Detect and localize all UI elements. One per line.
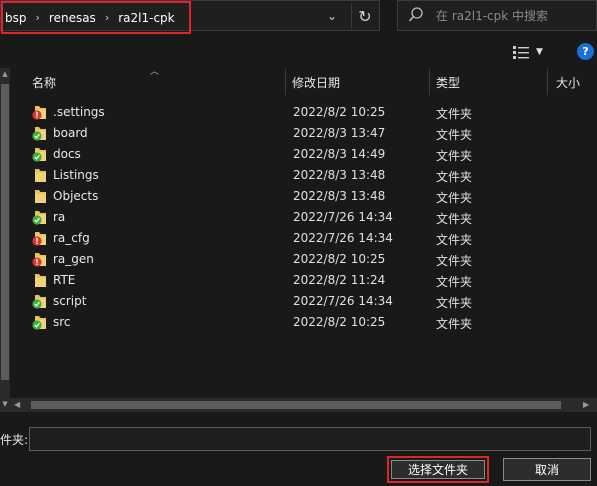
- scroll-down-icon[interactable]: ▼: [0, 400, 10, 408]
- file-date: 2022/8/3 14:49: [293, 147, 386, 161]
- file-row[interactable]: .settings 2022/8/2 10:25 文件夹: [22, 102, 597, 123]
- folder-synced-icon: [32, 148, 46, 162]
- file-row[interactable]: board 2022/8/3 13:47 文件夹: [22, 123, 597, 144]
- file-name: Objects: [53, 189, 99, 203]
- file-date: 2022/8/3 13:48: [293, 168, 386, 182]
- file-row[interactable]: src 2022/8/2 10:25 文件夹: [22, 312, 597, 333]
- chevron-down-icon: ⌄: [326, 9, 338, 23]
- column-header-size[interactable]: 大小: [548, 69, 597, 95]
- select-folder-button[interactable]: 选择文件夹: [387, 456, 489, 483]
- breadcrumb-item-bsp[interactable]: bsp: [5, 11, 27, 25]
- file-type: 文件夹: [436, 254, 473, 268]
- breadcrumb: bsp › renesas › ra2l1-cpk: [1, 1, 191, 34]
- file-type: 文件夹: [436, 233, 473, 247]
- folder-synced-icon: [32, 211, 46, 225]
- address-history-button[interactable]: ⌄: [322, 6, 342, 26]
- horizontal-scrollbar-thumb[interactable]: [31, 401, 561, 409]
- help-button[interactable]: ?: [577, 43, 594, 60]
- file-date: 2022/7/26 14:34: [293, 294, 393, 308]
- file-name: .settings: [53, 105, 105, 119]
- file-type: 文件夹: [436, 296, 473, 310]
- file-type: 文件夹: [436, 317, 473, 331]
- folder-conflict-icon: [32, 253, 46, 267]
- chevron-down-icon: ▼: [536, 47, 543, 57]
- search-icon: [408, 7, 423, 22]
- details-view-icon: [513, 45, 529, 59]
- breadcrumb-item-ra2l1-cpk[interactable]: ra2l1-cpk: [118, 11, 174, 25]
- search-placeholder[interactable]: 在 ra2l1-cpk 中搜索: [436, 7, 548, 24]
- select-folder-button-label[interactable]: 选择文件夹: [391, 460, 485, 479]
- scroll-up-icon[interactable]: ▲: [0, 70, 10, 78]
- file-date: 2022/7/26 14:34: [293, 210, 393, 224]
- folder-field-label: 件夹:: [0, 433, 29, 447]
- file-type: 文件夹: [436, 128, 473, 142]
- file-name: docs: [53, 147, 81, 161]
- folder-synced-icon: [32, 127, 46, 141]
- file-row[interactable]: Listings 2022/8/3 13:48 文件夹: [22, 165, 597, 186]
- column-header-name[interactable]: 名称: [22, 69, 286, 95]
- file-date: 2022/7/26 14:34: [293, 231, 393, 245]
- folder-conflict-icon: [32, 106, 46, 120]
- view-options-button[interactable]: ▼: [513, 43, 553, 61]
- file-type: 文件夹: [436, 149, 473, 163]
- folder-name-input[interactable]: [29, 427, 591, 451]
- file-name: ra: [53, 210, 66, 224]
- column-header-date[interactable]: 修改日期: [286, 69, 430, 95]
- file-name: ra_cfg: [53, 231, 90, 245]
- file-name: Listings: [53, 168, 99, 182]
- file-name: board: [53, 126, 88, 140]
- file-type: 文件夹: [436, 275, 473, 289]
- file-row[interactable]: ra 2022/7/26 14:34 文件夹: [22, 207, 597, 228]
- file-row[interactable]: Objects 2022/8/3 13:48 文件夹: [22, 186, 597, 207]
- file-row[interactable]: RTE 2022/8/2 11:24 文件夹: [22, 270, 597, 291]
- folder-conflict-icon: [32, 232, 46, 246]
- file-type: 文件夹: [436, 170, 473, 184]
- file-name: src: [53, 315, 71, 329]
- breadcrumb-separator-icon: ›: [104, 11, 110, 24]
- refresh-icon: ↻: [358, 6, 372, 26]
- refresh-button[interactable]: ↻: [351, 4, 378, 28]
- cancel-button[interactable]: 取消: [503, 458, 591, 481]
- file-row[interactable]: docs 2022/8/3 14:49 文件夹: [22, 144, 597, 165]
- file-row[interactable]: script 2022/7/26 14:34 文件夹: [22, 291, 597, 312]
- file-list: .settings 2022/8/2 10:25 文件夹 board 2022/8/3 …: [22, 102, 597, 333]
- file-type: 文件夹: [436, 212, 473, 226]
- file-date: 2022/8/3 13:48: [293, 189, 386, 203]
- file-date: 2022/8/2 11:24: [293, 273, 386, 287]
- file-date: 2022/8/2 10:25: [293, 105, 386, 119]
- folder-synced-icon: [32, 295, 46, 309]
- file-date: 2022/8/3 13:47: [293, 126, 386, 140]
- file-name: RTE: [53, 273, 76, 287]
- folder-icon: [35, 169, 46, 182]
- file-name: ra_gen: [53, 252, 94, 266]
- file-row[interactable]: ra_cfg 2022/7/26 14:34 文件夹: [22, 228, 597, 249]
- folder-synced-icon: [32, 316, 46, 330]
- folder-icon: [35, 190, 46, 203]
- file-date: 2022/8/2 10:25: [293, 315, 386, 329]
- scroll-left-icon[interactable]: ◀: [14, 400, 20, 409]
- file-type: 文件夹: [436, 191, 473, 205]
- breadcrumb-separator-icon: ›: [35, 11, 40, 24]
- file-type: 文件夹: [436, 107, 473, 121]
- breadcrumb-item-renesas[interactable]: renesas: [49, 11, 96, 25]
- file-row[interactable]: ra_gen 2022/8/2 10:25 文件夹: [22, 249, 597, 270]
- file-name: script: [53, 294, 87, 308]
- scroll-right-icon[interactable]: ▶: [583, 400, 589, 409]
- file-date: 2022/8/2 10:25: [293, 252, 386, 266]
- vertical-scrollbar-thumb[interactable]: [1, 84, 9, 380]
- folder-icon: [35, 274, 46, 287]
- column-header-type[interactable]: 类型: [430, 69, 548, 95]
